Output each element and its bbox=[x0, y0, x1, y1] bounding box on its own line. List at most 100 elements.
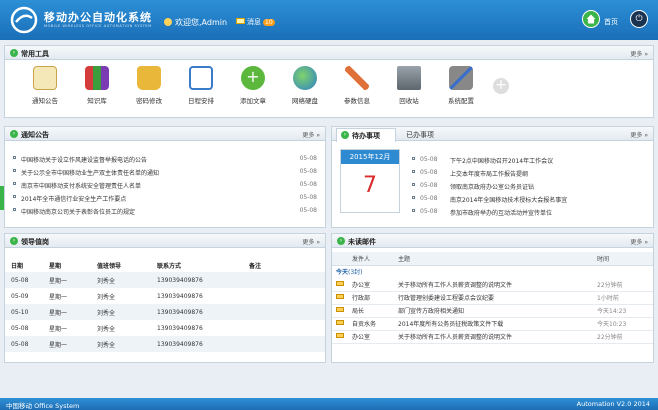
mail-table: 发件人 主题 时间 今天(3封) 办公室 关于移动所有工作人员薪资调整的说明文件 2… bbox=[332, 252, 653, 344]
list-item[interactable]: 05-08 上交本年度市局工作报告提纲 bbox=[412, 166, 642, 179]
table-header: 发件人 主题 时间 bbox=[332, 252, 653, 266]
bullet-icon bbox=[13, 182, 16, 185]
welcome-user: 欢迎您,Admin bbox=[164, 17, 227, 28]
tool-system-config[interactable]: 系统配置 bbox=[435, 66, 487, 105]
calendar-day: 7 bbox=[363, 173, 377, 198]
tools-icon bbox=[345, 66, 369, 90]
notice-icon bbox=[33, 66, 57, 90]
mail-panel: › 未读邮件 更多 » 发件人 主题 时间 今天(3封) 办公室 关于移动所有工作… bbox=[331, 233, 654, 363]
house-icon bbox=[586, 14, 596, 24]
app-subtitle: MOBILE WIRELESS OFFICE AUTOMATION SYSTEM bbox=[44, 24, 152, 28]
tab-done[interactable]: 已办事项 bbox=[406, 130, 434, 140]
duty-panel-title: 领导值岗 bbox=[21, 238, 49, 246]
tab-todo[interactable]: › 待办事项 bbox=[336, 128, 396, 142]
table-row[interactable]: 局长 部门宣传方政府相关通知 今天14:23 bbox=[332, 304, 653, 318]
add-tool-button[interactable]: + bbox=[493, 78, 509, 94]
user-icon bbox=[164, 18, 172, 26]
table-row[interactable]: 办公室 关于移动所有工作人员薪资调整的说明文件 22分钟前 bbox=[332, 278, 653, 292]
trash-icon bbox=[397, 66, 421, 90]
bullet-icon bbox=[13, 169, 16, 172]
tool-network-disk[interactable]: 网络硬盘 bbox=[279, 66, 331, 105]
home-label[interactable]: 首页 bbox=[604, 17, 618, 27]
list-item[interactable]: 05-08 下午2点中国移动召开2014年工作会议 bbox=[412, 153, 642, 166]
table-row[interactable]: 05-08 星期一 刘秀全 139039409876 bbox=[5, 272, 325, 288]
tool-schedule[interactable]: 日程安排 bbox=[175, 66, 227, 105]
tool-knowledge-base[interactable]: 知识库 bbox=[71, 66, 123, 105]
tools-list: 通知公告 知识库 密码修改 日程安排 + 添加文章 网络硬盘 参数信息 回收站 系… bbox=[19, 66, 487, 105]
table-row[interactable]: 自贡水务 2014年度所有公务员征税政策文件下载 今天10:23 bbox=[332, 317, 653, 331]
list-item[interactable]: 中国移动关于设立作风建设监督举报电话的公告 05-08 bbox=[5, 152, 325, 165]
envelope-icon bbox=[336, 307, 344, 312]
bullet-icon bbox=[412, 183, 415, 186]
lock-icon bbox=[137, 66, 161, 90]
duty-more-link[interactable]: 更多 » bbox=[302, 237, 320, 246]
message-count-badge: 10 bbox=[263, 19, 275, 26]
logout-button[interactable]: ⏻ bbox=[630, 10, 648, 28]
globe-icon bbox=[293, 66, 317, 90]
calendar-widget: 2015年12月 7 bbox=[340, 149, 400, 213]
arrow-icon: › bbox=[10, 49, 18, 57]
tools-panel-header: › 常用工具 更多 » bbox=[5, 46, 653, 60]
notice-panel-header: › 通知公告 更多 » bbox=[5, 127, 325, 141]
notice-more-link[interactable]: 更多 » bbox=[302, 130, 320, 139]
list-item[interactable]: 05-08 参加市政府举办的互动活动并宣传单位 bbox=[412, 205, 642, 218]
notice-panel: › 通知公告 更多 » 中国移动关于设立作风建设监督举报电话的公告 05-08 关… bbox=[4, 126, 326, 228]
table-row[interactable]: 05-08 星期一 刘秀全 139039409876 bbox=[5, 336, 325, 352]
tool-add-article[interactable]: + 添加文章 bbox=[227, 66, 279, 105]
list-item[interactable]: 南京市中国移动支付系统安全管理责任人名单 05-08 bbox=[5, 178, 325, 191]
config-icon bbox=[449, 66, 473, 90]
list-item[interactable]: 关于公示全市中国移动业生产双主体责任名单的通知 05-08 bbox=[5, 165, 325, 178]
list-item[interactable]: 05-08 领取南京政府办公室公务员证钻 bbox=[412, 179, 642, 192]
footer-left: 中国移动 Office System bbox=[6, 402, 80, 410]
tool-parameters[interactable]: 参数信息 bbox=[331, 66, 383, 105]
tool-notice[interactable]: 通知公告 bbox=[19, 66, 71, 105]
arrow-icon: › bbox=[341, 131, 349, 139]
tool-change-password[interactable]: 密码修改 bbox=[123, 66, 175, 105]
table-row[interactable]: 办公室 关于移动所有工作人员薪资调整的说明文件 22分钟前 bbox=[332, 330, 653, 344]
tools-panel: › 常用工具 更多 » 通知公告 知识库 密码修改 日程安排 + 添加文章 网络硬… bbox=[4, 45, 654, 118]
table-row[interactable]: 05-09 星期一 刘秀全 139039409876 bbox=[5, 288, 325, 304]
todo-panel: › 待办事项 已办事项 更多 » 2015年12月 7 05-08 下午2点中国移… bbox=[331, 126, 654, 228]
top-header: 移动办公自动化系统 MOBILE WIRELESS OFFICE AUTOMAT… bbox=[0, 0, 658, 40]
tools-panel-title: 常用工具 bbox=[21, 50, 49, 58]
calendar-month: 2015年12月 bbox=[341, 150, 399, 164]
mail-group-today: 今天(3封) bbox=[336, 269, 363, 277]
list-item[interactable]: 2014年全市通信行业安全生产工作要点 05-08 bbox=[5, 191, 325, 204]
messages-link[interactable]: 消息 10 bbox=[236, 17, 275, 27]
add-icon: + bbox=[241, 66, 265, 90]
china-mobile-logo-icon bbox=[10, 6, 38, 34]
mail-more-link[interactable]: 更多 » bbox=[630, 237, 648, 246]
bullet-icon bbox=[412, 209, 415, 212]
mail-panel-header: › 未读邮件 更多 » bbox=[332, 234, 653, 248]
envelope-icon bbox=[336, 320, 344, 325]
home-button[interactable] bbox=[582, 10, 600, 28]
todo-panel-header: › 待办事项 已办事项 更多 » bbox=[332, 127, 653, 142]
table-header: 日期 星期 值班领导 联系方式 备注 bbox=[11, 262, 262, 270]
tools-more-link[interactable]: 更多 » bbox=[630, 49, 648, 58]
bullet-icon bbox=[412, 170, 415, 173]
bullet-icon bbox=[13, 208, 16, 211]
side-collapse-handle[interactable] bbox=[0, 186, 4, 210]
mail-panel-title: 未读邮件 bbox=[348, 238, 376, 246]
footer-bar: 中国移动 Office System Automation V2.0 2014 bbox=[0, 398, 658, 410]
arrow-icon: › bbox=[10, 237, 18, 245]
bullet-icon bbox=[13, 156, 16, 159]
table-row[interactable]: 05-10 星期一 刘秀全 139039409876 bbox=[5, 304, 325, 320]
table-row[interactable]: 05-08 星期一 刘秀全 139039409876 bbox=[5, 320, 325, 336]
list-item[interactable]: 05-08 南京2014年全国移动技术授标大会报名事宜 bbox=[412, 192, 642, 205]
todo-more-link[interactable]: 更多 » bbox=[630, 130, 648, 139]
arrow-icon: › bbox=[10, 130, 18, 138]
bullet-icon bbox=[13, 195, 16, 198]
tool-recycle-bin[interactable]: 回收站 bbox=[383, 66, 435, 105]
duty-table: 日期 星期 值班领导 联系方式 备注 05-08 星期一 刘秀全 1390394098… bbox=[5, 258, 325, 352]
duty-panel-header: › 领导值岗 更多 » bbox=[5, 234, 325, 248]
duty-panel: › 领导值岗 更多 » 日期 星期 值班领导 联系方式 备注 05-08 星期一刘… bbox=[4, 233, 326, 363]
power-icon: ⏻ bbox=[635, 14, 643, 24]
envelope-icon bbox=[236, 18, 245, 24]
envelope-icon bbox=[336, 280, 344, 286]
notice-list: 中国移动关于设立作风建设监督举报电话的公告 05-08 关于公示全市中国移动业生产… bbox=[5, 152, 325, 217]
table-row[interactable]: 行政部 行政管理创委建设工程要点会议纪要 1小时前 bbox=[332, 291, 653, 305]
bullet-icon bbox=[412, 157, 415, 160]
bullet-icon bbox=[412, 196, 415, 199]
list-item[interactable]: 中国移动南京公司关于表彰各位员工的规定 05-08 bbox=[5, 204, 325, 217]
